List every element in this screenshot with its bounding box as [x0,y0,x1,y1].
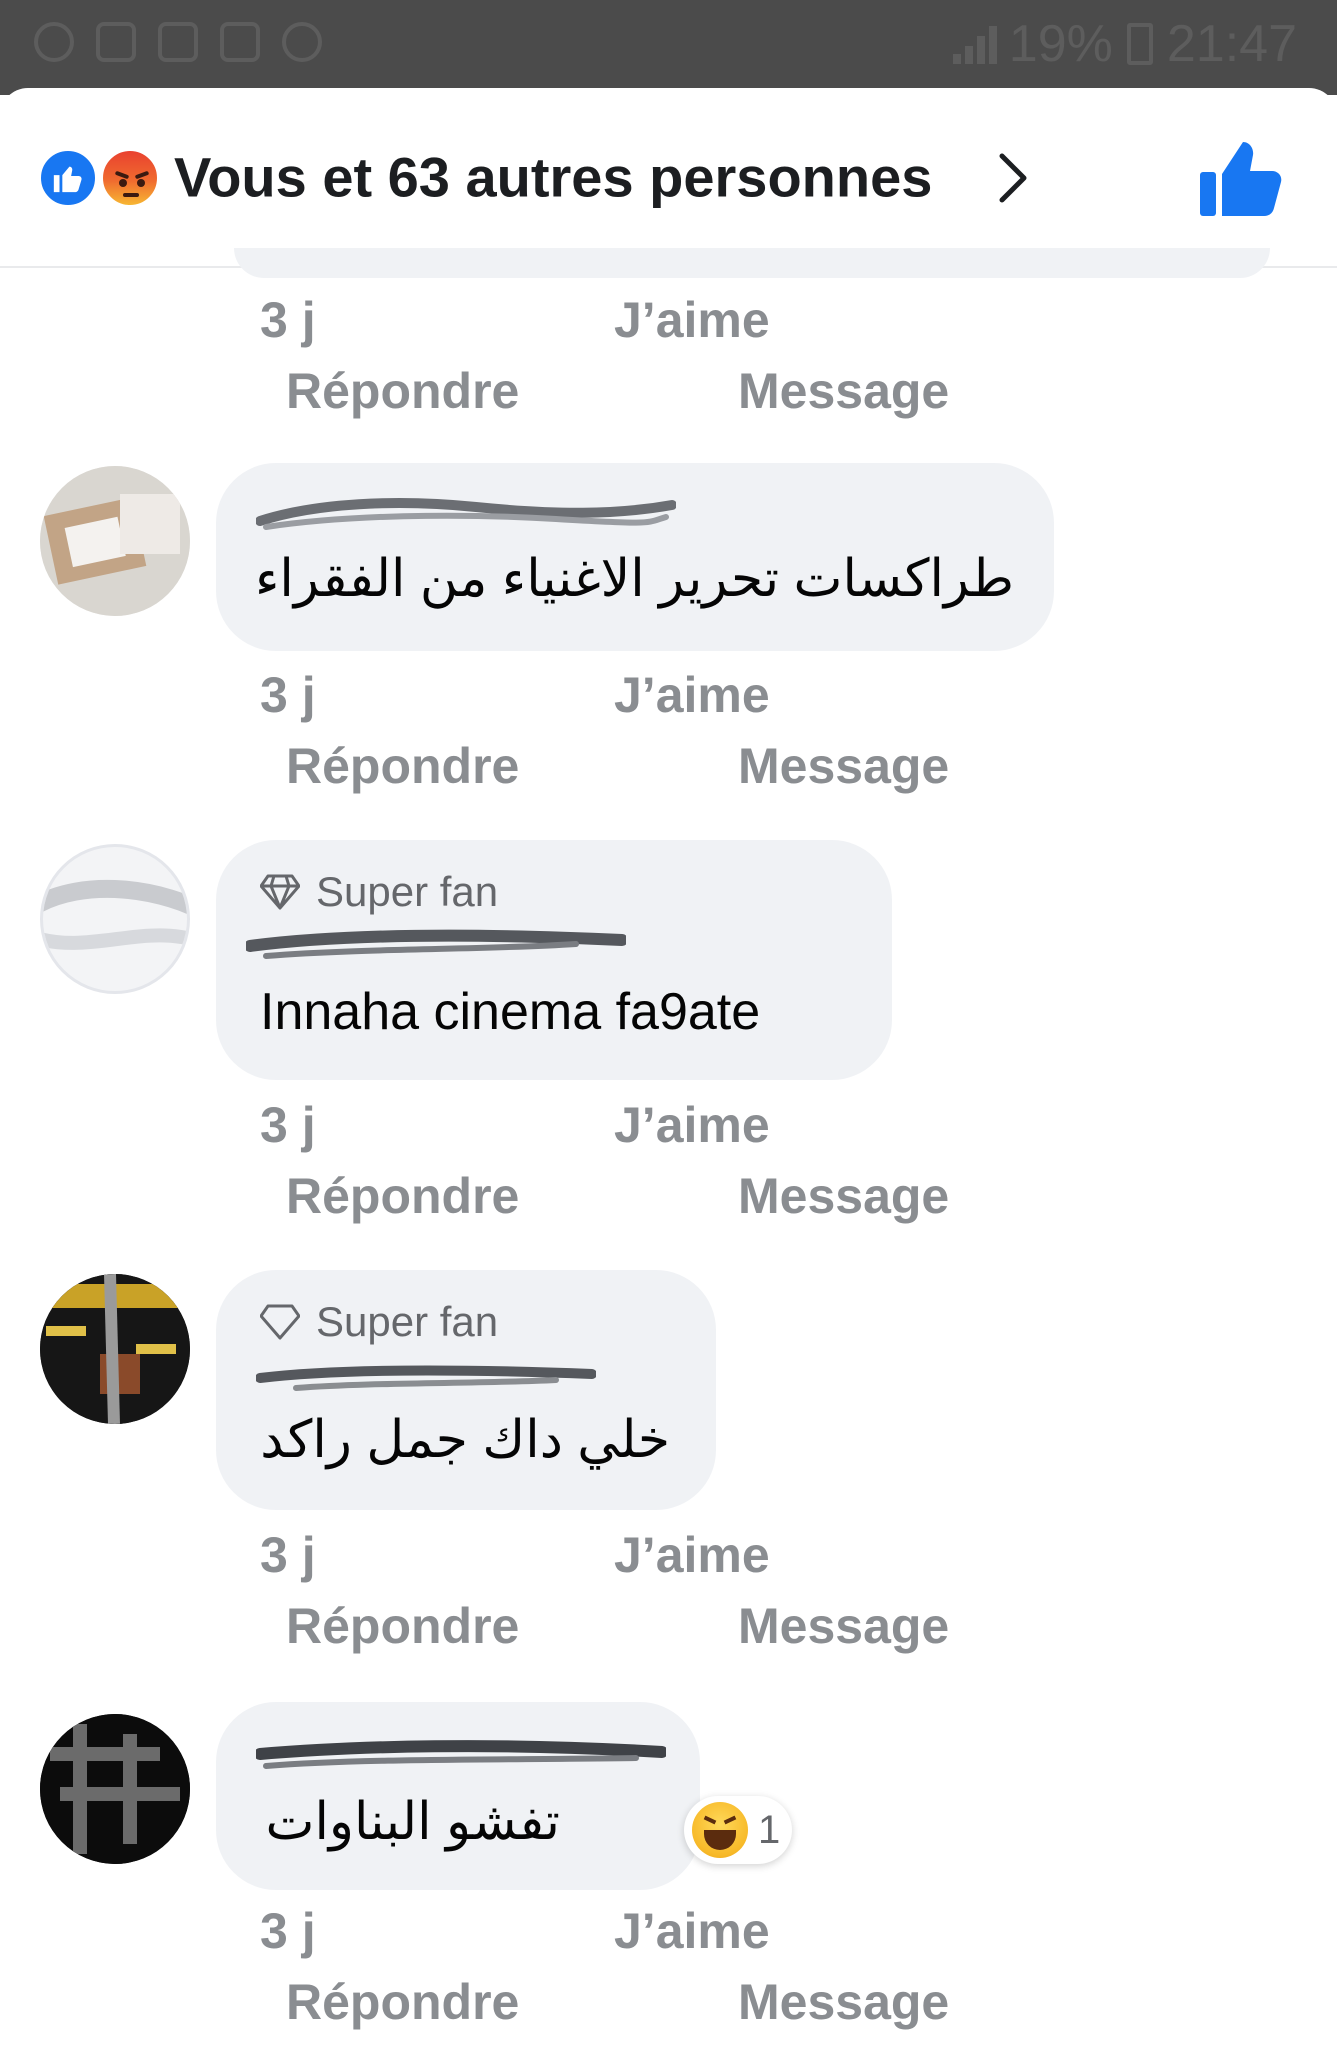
diamond-icon [260,874,300,910]
sheet-header: Vous et 63 autres personnes [0,88,1337,268]
like-link[interactable]: J’aime [614,666,770,724]
comment-time: 3 j [260,292,316,348]
gallery-notification-icon [96,22,136,62]
like-link[interactable]: J’aime [614,1902,770,1960]
thumbs-up-icon[interactable] [1198,138,1282,218]
mail-notification-icon [158,22,198,62]
comment-text: خلي داك جمل راكد [260,1411,670,1469]
diamond-icon [260,1304,300,1340]
like-link[interactable]: J’aime [614,1526,770,1584]
comment-time: 3 j [260,1903,316,1959]
author-name-redacted [256,1740,666,1769]
reactions-title[interactable]: Vous et 63 autres personnes [174,145,932,210]
clock: 21:47 [1166,15,1297,73]
comment-bubble: طراكسات تحرير الاغنياء من الفقراء [216,463,1054,651]
reply-link[interactable]: Répondre [286,1973,519,2031]
comment-reaction-count[interactable]: 1 [684,1796,793,1864]
comment-bubble-partial [234,248,1270,278]
super-fan-badge: Super fan [260,868,498,916]
facebook-notification-icon [34,22,74,62]
reply-link[interactable]: Répondre [286,1167,519,1225]
avatar[interactable] [40,1274,190,1424]
signal-icon [949,24,997,64]
avatar[interactable] [40,466,190,616]
comment-bubble: Super fan Innaha cinema fa9ate [216,840,892,1080]
reply-link[interactable]: Répondre [286,1597,519,1655]
like-link[interactable]: J’aime [614,1096,770,1154]
badge-label: Super fan [316,868,499,915]
badge-label: Super fan [316,1298,499,1345]
sync-notification-icon [282,22,322,62]
author-name-redacted [256,498,676,530]
comment-time: 3 j [260,667,316,723]
mail-check-notification-icon [220,22,260,62]
reaction-summary[interactable] [38,148,164,210]
reply-link[interactable]: Répondre [286,362,519,420]
status-right: 19% 21:47 [949,14,1297,74]
comment-bubble: تفشو البناوات [216,1702,700,1890]
comment-text: Innaha cinema fa9ate [260,983,761,1041]
angry-icon [100,148,160,208]
like-link[interactable]: J’aime [614,291,770,349]
message-link[interactable]: Message [738,1597,949,1655]
reaction-count: 1 [758,1807,781,1852]
message-link[interactable]: Message [738,737,949,795]
avatar[interactable] [40,844,190,994]
notification-icons [34,22,322,62]
message-link[interactable]: Message [738,362,949,420]
reactions-comments-sheet: Vous et 63 autres personnes 3 j J’aime R… [0,88,1337,2048]
comment-text: تفشو البناوات [265,1793,560,1851]
comment-text: طراكسات تحرير الاغنياء من الفقراء [254,550,1014,608]
status-bar: 19% 21:47 [0,0,1337,95]
haha-icon [692,1802,748,1858]
battery-percent: 19% [1008,15,1113,73]
message-link[interactable]: Message [738,1973,949,2031]
reply-link[interactable]: Répondre [286,737,519,795]
like-icon [38,148,98,208]
message-link[interactable]: Message [738,1167,949,1225]
comment-time: 3 j [260,1097,316,1153]
super-fan-badge: Super fan [260,1298,498,1346]
battery-icon [1126,23,1153,65]
comment-bubble: Super fan خلي داك جمل راكد [216,1270,716,1510]
author-name-redacted [246,929,626,959]
comment-time: 3 j [260,1527,316,1583]
author-name-redacted [256,1365,596,1391]
chevron-right-icon[interactable] [982,148,1042,208]
avatar[interactable] [40,1714,190,1864]
